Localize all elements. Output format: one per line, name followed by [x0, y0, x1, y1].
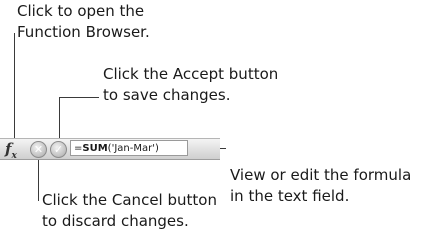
formula-text-field[interactable]: =SUM('Jan-Mar')	[70, 140, 188, 156]
function-browser-leader	[14, 33, 15, 138]
accept-leader-vertical	[59, 97, 60, 138]
cancel-leader	[38, 159, 39, 201]
accept-icon: ✓	[53, 143, 64, 156]
callout-line: to save changes.	[103, 86, 231, 104]
callout-line: View or edit the formula	[230, 166, 412, 184]
callout-line: Click the Cancel button	[42, 191, 217, 209]
function-browser-icon[interactable]: fx	[5, 139, 31, 161]
callout-line: Click the Accept button	[103, 65, 279, 83]
formula-bar: fx ✕ ✓ =SUM('Jan-Mar')	[0, 138, 220, 161]
accept-button[interactable]: ✓	[50, 141, 67, 158]
accept-leader-horizontal	[59, 97, 99, 98]
formula-arguments: ('Jan-Mar')	[107, 143, 159, 154]
formula-function: SUM	[82, 143, 108, 154]
function-browser-callout: Click to open the Function Browser.	[17, 1, 150, 43]
callout-line: Click to open the	[17, 2, 145, 20]
cancel-callout: Click the Cancel button to discard chang…	[42, 190, 217, 232]
fx-subscript: x	[11, 151, 17, 161]
cancel-button[interactable]: ✕	[30, 141, 47, 158]
callout-line: Function Browser.	[17, 23, 150, 41]
accept-callout: Click the Accept button to save changes.	[103, 64, 278, 106]
formula-callout: View or edit the formula in the text fie…	[230, 165, 411, 207]
callout-line: to discard changes.	[42, 212, 189, 230]
cancel-icon: ✕	[33, 143, 44, 156]
callout-line: in the text field.	[230, 187, 350, 205]
